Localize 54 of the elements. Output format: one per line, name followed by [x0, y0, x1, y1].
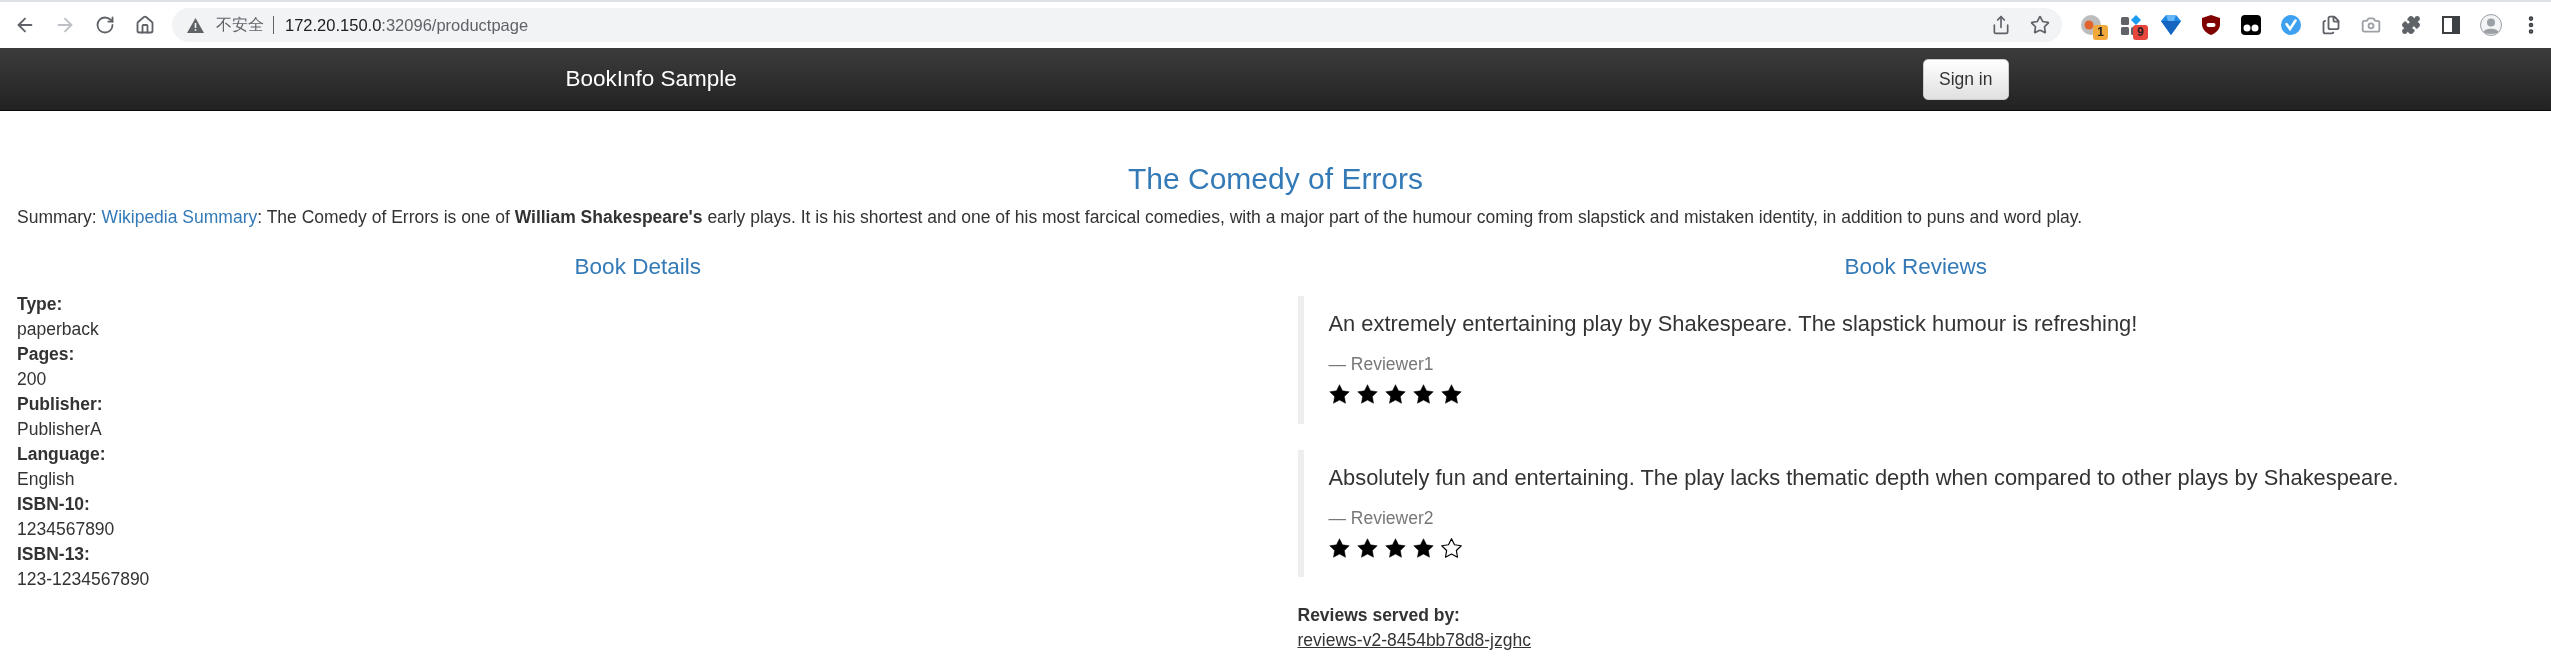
warning-icon[interactable] [187, 17, 204, 33]
review-text: An extremely entertaining play by Shakespeare. The slapstick humour is refreshing! [1328, 310, 2139, 339]
avatar-icon[interactable] [2480, 14, 2502, 36]
detail-value: 1234567890 [17, 518, 115, 542]
check-circle-icon[interactable] [2281, 15, 2301, 35]
detail-label: Language: [17, 443, 106, 467]
detail-label: Pages: [17, 343, 75, 367]
sign-in-button[interactable]: Sign in [1923, 58, 2009, 100]
detail-value: PublisherA [17, 418, 102, 442]
camera-icon[interactable] [2361, 15, 2381, 35]
detail-label: ISBN-10: [17, 493, 90, 517]
detail-value: 200 [17, 368, 47, 392]
star-outline-icon [1440, 537, 1462, 558]
served-by-label: Reviews served by: [1297, 604, 1460, 628]
count-badge: 1 [2093, 25, 2108, 40]
star-icon [1412, 537, 1434, 558]
url-text[interactable]: 172.20.150.0:32096/productpage [285, 15, 529, 35]
summary-text: Summary: Wikipedia Summary: The Comedy of Errors is one of William Shakespeare's early plays. It is his shortest and one of his most farcical comedies, with a major part of the humour coming from slapstick and mistaken identity, in addition to puns and word play. [16, 206, 2084, 229]
brand-link[interactable]: BookInfo Sample [565, 65, 737, 93]
reviewer-name: — Reviewer1 [1328, 353, 1434, 376]
gem-icon[interactable] [2161, 15, 2181, 35]
wikipedia-summary-link[interactable]: Wikipedia Summary [101, 207, 258, 227]
section-heading: Book Reviews [1843, 255, 1989, 280]
detail-label: Publisher: [17, 393, 103, 417]
home-icon[interactable] [135, 15, 155, 35]
address-bar[interactable]: 不安全 172.20.150.0:32096/productpage [172, 8, 2062, 42]
two-dots-icon[interactable] [2241, 15, 2261, 35]
server-link[interactable]: reviews-v2-8454bb78d8-jzghc [1297, 628, 1531, 654]
share-icon[interactable] [1991, 15, 2011, 35]
detail-value: 123-1234567890 [17, 568, 150, 592]
documents-icon[interactable] [2321, 15, 2341, 35]
count-badge: 9 [2133, 25, 2148, 40]
book-title: The Comedy of Errors [1126, 162, 1425, 195]
detail-value: paperback [17, 318, 99, 342]
section-heading: Book Details [573, 255, 702, 280]
detail-label: ISBN-13: [17, 543, 90, 567]
star-icon [1356, 384, 1378, 404]
reviewer-name: — Reviewer2 [1328, 506, 1434, 530]
reload-icon[interactable] [95, 15, 115, 35]
star-icon [1384, 537, 1406, 558]
puzzle-icon[interactable] [2401, 15, 2421, 35]
star-icon [1328, 537, 1350, 558]
star-icon [1356, 537, 1378, 558]
star-icon [1328, 384, 1350, 404]
bookmark-star-icon[interactable] [2030, 15, 2050, 35]
detail-value: English [17, 468, 75, 492]
shield-icon[interactable] [2202, 15, 2220, 35]
star-icon [1384, 384, 1406, 404]
star-icon [1412, 384, 1434, 404]
star-icon [1440, 384, 1462, 404]
side-panel-icon[interactable] [2442, 16, 2460, 34]
detail-label: Type: [17, 293, 63, 317]
review-text: Absolutely fun and entertaining. The play lacks thematic depth when compared to other plays by Shakespeare. [1328, 464, 2400, 492]
security-label[interactable]: 不安全 [216, 14, 264, 36]
